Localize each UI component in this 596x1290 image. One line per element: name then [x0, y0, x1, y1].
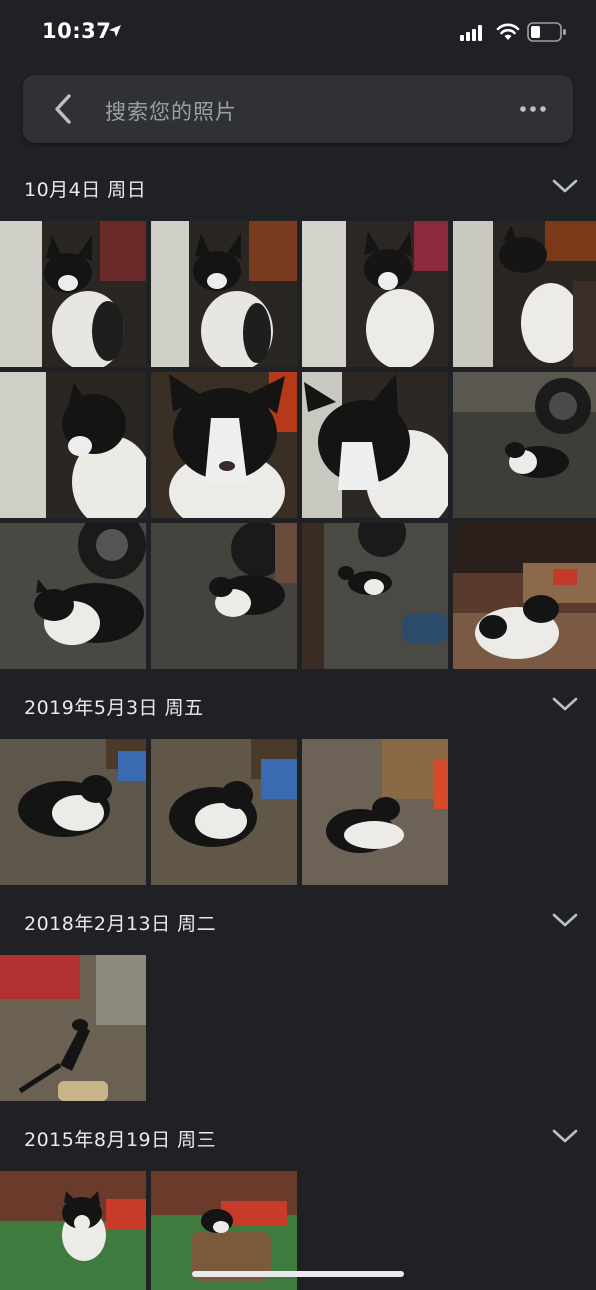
photo-thumbnail[interactable] — [151, 523, 297, 669]
status-bar: 10:37 — [0, 0, 596, 64]
battery-icon — [527, 22, 566, 42]
date-header: 10月4日 周日 — [24, 179, 147, 201]
chevron-down-icon[interactable] — [552, 696, 578, 712]
photo-thumbnail[interactable] — [0, 739, 146, 885]
photo-thumbnail[interactable] — [0, 1171, 146, 1290]
photo-thumbnail[interactable] — [453, 221, 596, 367]
photo-thumbnail[interactable] — [151, 739, 297, 885]
wifi-icon — [496, 23, 520, 40]
photo-thumbnail[interactable] — [0, 955, 146, 1101]
photo-thumbnail[interactable] — [302, 739, 448, 885]
location-arrow-icon — [109, 25, 121, 37]
date-header: 2019年5月3日 周五 — [24, 697, 204, 719]
home-indicator[interactable] — [192, 1271, 404, 1277]
date-header: 2018年2月13日 周二 — [24, 913, 217, 935]
photo-thumbnail[interactable] — [0, 372, 146, 518]
photo-thumbnail[interactable] — [453, 372, 596, 518]
status-time: 10:37 — [42, 19, 112, 43]
photo-thumbnail[interactable] — [0, 523, 146, 669]
photo-thumbnail[interactable] — [302, 372, 448, 518]
more-horizontal-icon[interactable] — [520, 106, 546, 112]
photo-thumbnail[interactable] — [151, 372, 297, 518]
photo-thumbnail[interactable] — [151, 221, 297, 367]
photo-thumbnail[interactable] — [302, 221, 448, 367]
signal-icon — [460, 25, 482, 41]
chevron-down-icon[interactable] — [552, 912, 578, 928]
photo-thumbnail[interactable] — [453, 523, 596, 669]
chevron-down-icon[interactable] — [552, 178, 578, 194]
back-arrow-icon[interactable] — [52, 94, 74, 124]
chevron-down-icon[interactable] — [552, 1128, 578, 1144]
date-header: 2015年8月19日 周三 — [24, 1129, 217, 1151]
photo-thumbnail[interactable] — [0, 221, 146, 367]
search-input[interactable]: 搜索您的照片 — [105, 96, 237, 126]
photo-thumbnail[interactable] — [302, 523, 448, 669]
